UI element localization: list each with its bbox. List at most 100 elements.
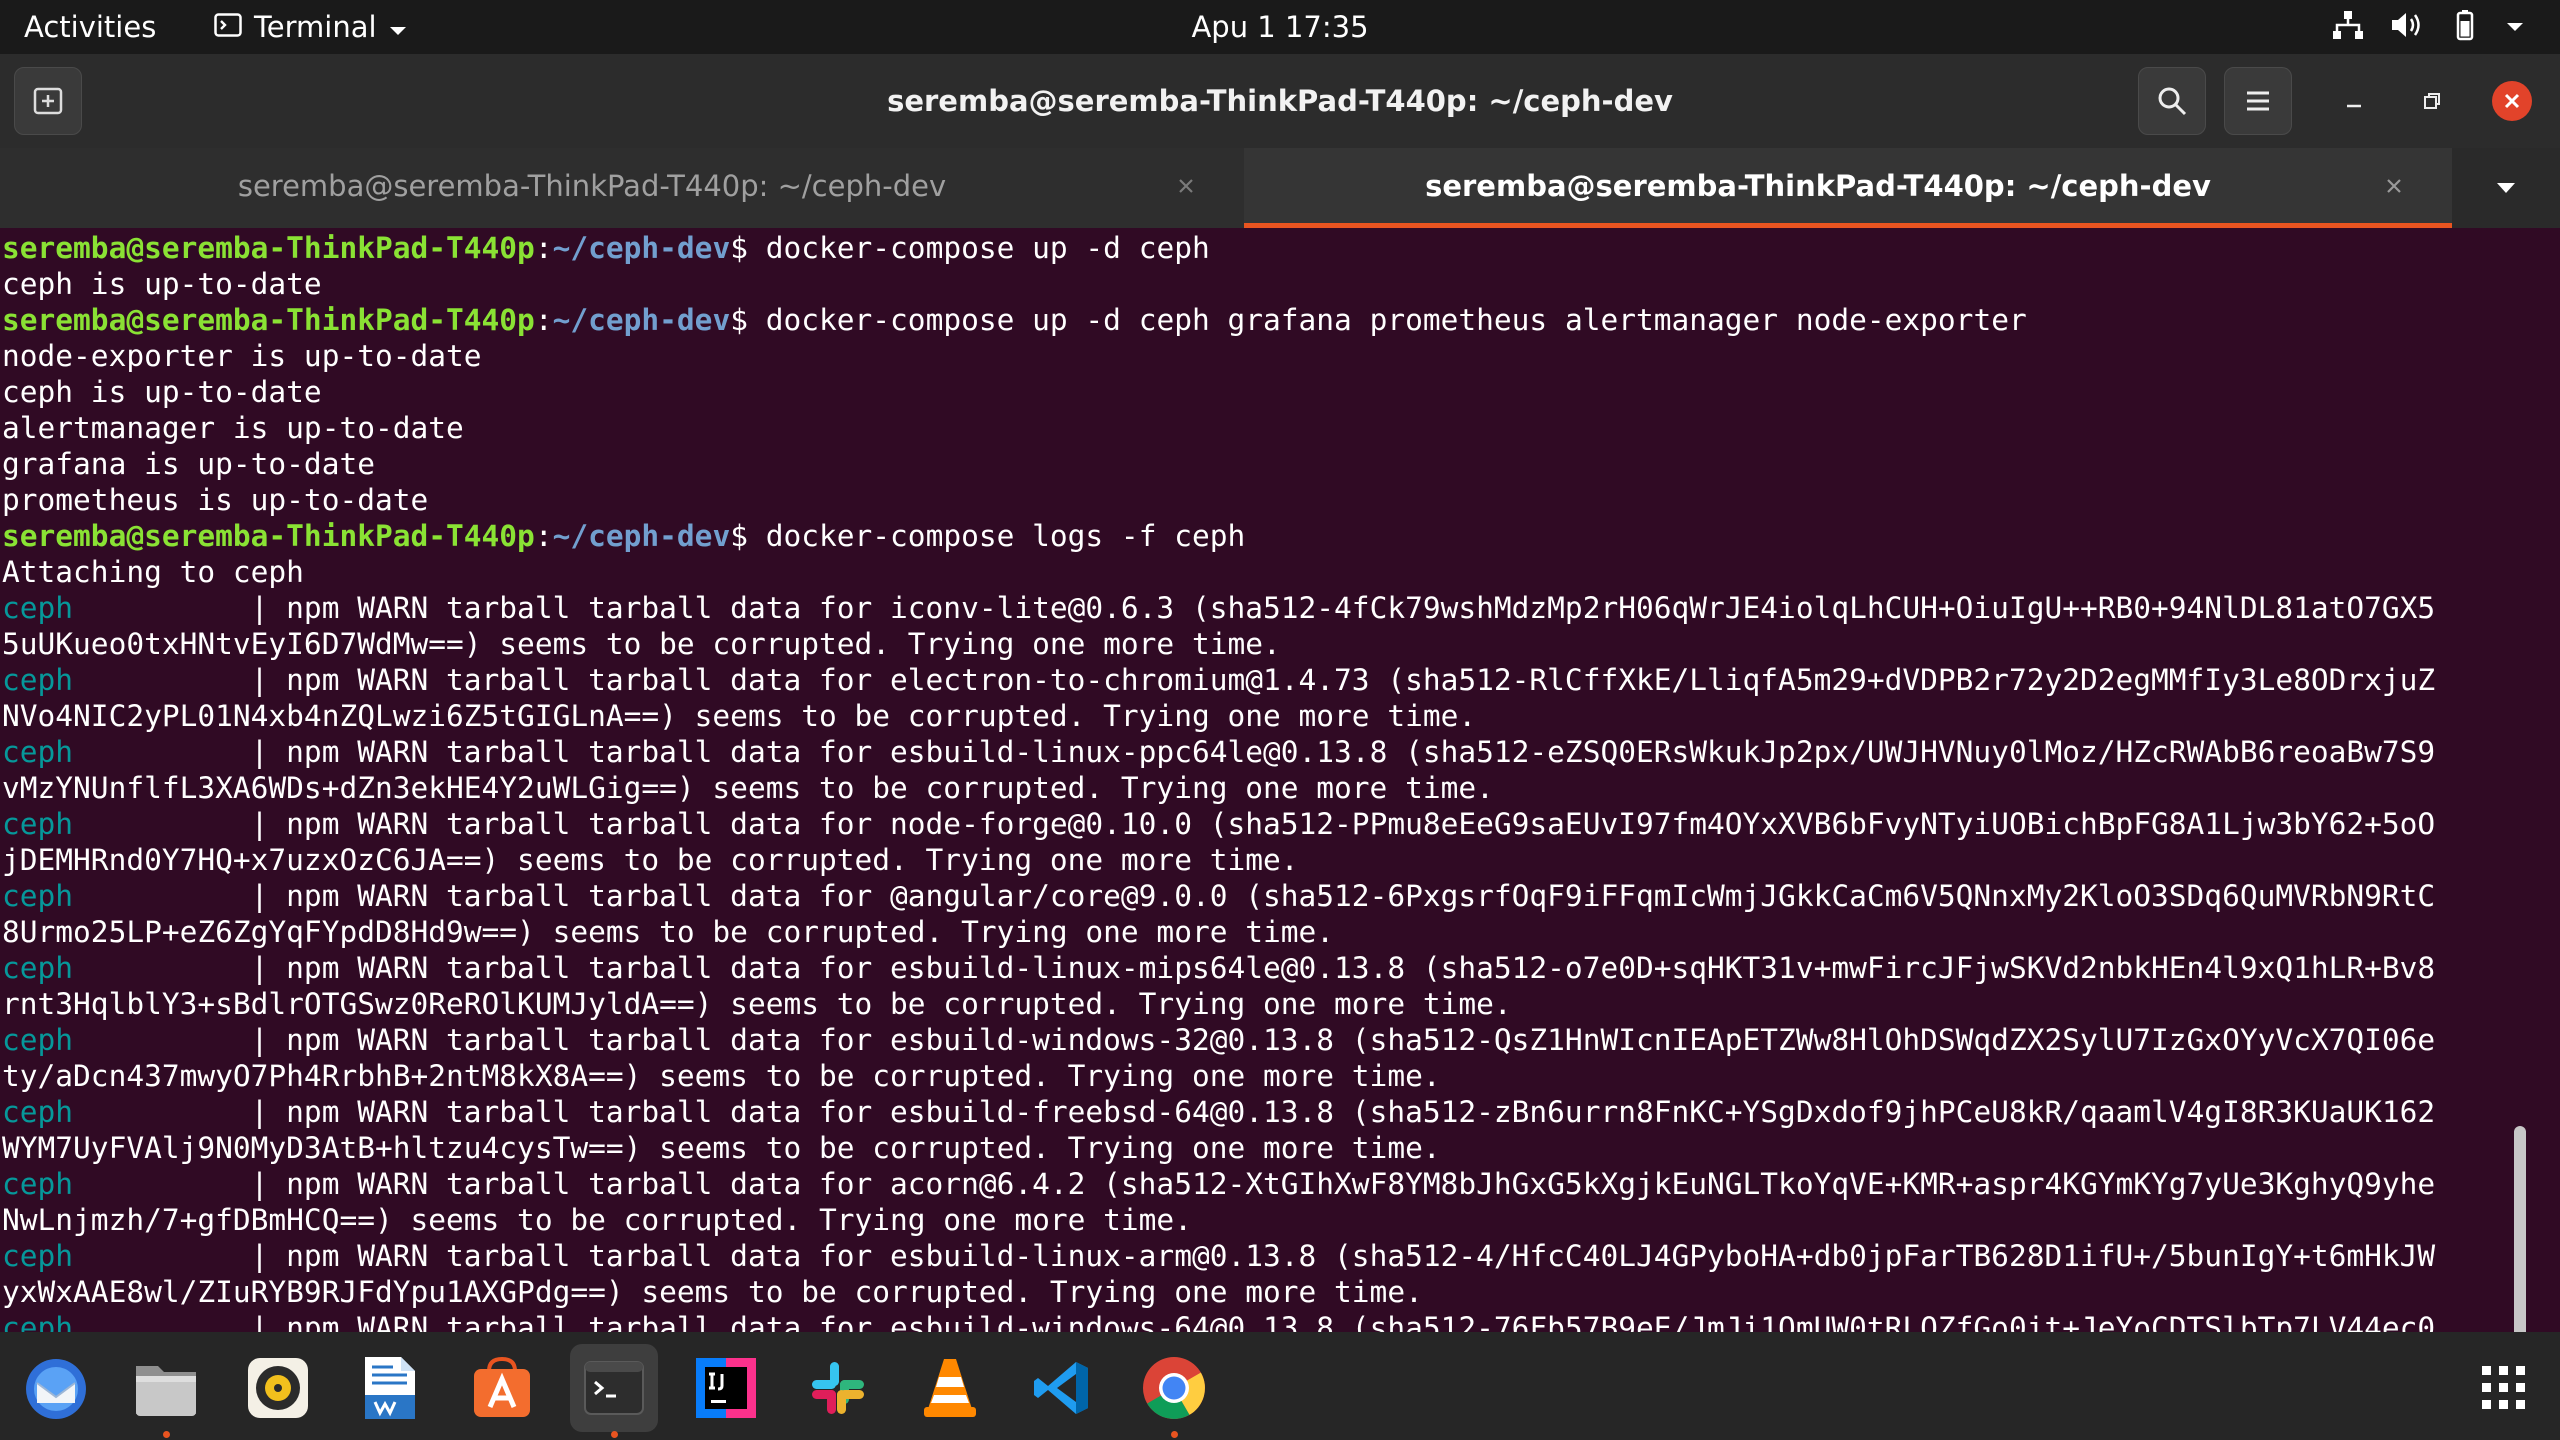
terminal-output-line: NVo4NIC2yPL01N4xb4nZQLwzi6Z5tGIGLnA==) s… xyxy=(2,699,1477,733)
terminal-log-line: ceph | npm WARN tarball tarball data for… xyxy=(2,806,2435,842)
terminal-output-line: node-exporter is up-to-date xyxy=(2,339,482,373)
terminal-output-line: prometheus is up-to-date xyxy=(2,483,429,517)
rhythmbox-icon xyxy=(248,1358,308,1418)
terminal-output[interactable]: seremba@seremba-ThinkPad-T440p: ~/ceph-de… xyxy=(0,228,2532,1332)
log-message: | npm WARN tarball tarball data for esbu… xyxy=(73,1239,2436,1273)
dock-item-ubuntu-software[interactable] xyxy=(458,1344,546,1432)
dock-item-chrome[interactable] xyxy=(1130,1344,1218,1438)
thunderbird-icon xyxy=(26,1359,86,1419)
tab-inactive[interactable]: seremba@seremba-ThinkPad-T440p: ~/ceph-d… xyxy=(0,148,1244,228)
terminal-output-line: ceph is up-to-date xyxy=(2,375,322,409)
terminal-icon xyxy=(584,1361,644,1415)
log-message: | npm WARN tarball tarball data for esbu… xyxy=(73,951,2436,985)
terminal-output-line: alertmanager is up-to-date xyxy=(2,411,464,445)
terminal-log-line: ceph | npm WARN tarball tarball data for… xyxy=(2,950,2435,986)
terminal-output-line: 8Urmo25LP+eZ6ZgYqFYpdD8Hd9w==) seems to … xyxy=(2,915,1335,949)
minimize-icon xyxy=(2347,104,2361,108)
terminal-log-line: ceph | npm WARN tarball tarball data for… xyxy=(2,734,2435,770)
dock-item-slack[interactable] xyxy=(794,1344,882,1432)
close-window-button[interactable] xyxy=(2492,81,2532,121)
chevron-down-icon xyxy=(389,10,407,44)
close-tab-button[interactable] xyxy=(1170,170,1202,202)
window-header-bar: seremba@seremba-ThinkPad-T440p: ~/ceph-d… xyxy=(0,54,2560,148)
files-icon xyxy=(136,1366,196,1416)
activities-button[interactable]: Activities xyxy=(24,0,156,54)
dock xyxy=(0,1332,2560,1440)
restore-button[interactable] xyxy=(2408,67,2456,135)
libreoffice-writer-icon xyxy=(365,1357,415,1419)
dock-item-intellij-idea[interactable] xyxy=(682,1344,770,1432)
volume-icon[interactable] xyxy=(2390,10,2424,44)
running-indicator xyxy=(163,1431,170,1438)
log-service-prefix: ceph xyxy=(2,591,74,625)
new-tab-button[interactable] xyxy=(14,67,82,135)
log-service-prefix: ceph xyxy=(2,807,74,841)
terminal-output-line: grafana is up-to-date xyxy=(2,447,375,481)
log-service-prefix: ceph xyxy=(2,951,74,985)
terminal-prompt-line: seremba@seremba-ThinkPad-T440p:~/ceph-de… xyxy=(2,302,2435,338)
close-icon xyxy=(2504,93,2520,109)
network-icon[interactable] xyxy=(2332,10,2364,44)
terminal-scrollbar[interactable] xyxy=(2514,1126,2526,1332)
log-message: | npm WARN tarball tarball data for icon… xyxy=(73,591,2436,625)
prompt-command: $ docker-compose up -d ceph grafana prom… xyxy=(730,303,2027,337)
tab-list-button[interactable] xyxy=(2452,148,2560,228)
vlc-icon xyxy=(924,1359,976,1417)
slack-icon xyxy=(812,1362,864,1414)
ubuntu-software-icon xyxy=(474,1357,530,1417)
log-service-prefix: ceph xyxy=(2,735,74,769)
log-message: | npm WARN tarball tarball data for acor… xyxy=(73,1167,2436,1201)
dock-item-thunderbird[interactable] xyxy=(12,1344,100,1432)
restore-icon xyxy=(2424,93,2440,109)
running-indicator xyxy=(1171,1431,1178,1438)
chevron-down-icon xyxy=(2497,183,2515,193)
clock[interactable]: Apu 1 17:35 xyxy=(1191,10,1368,44)
prompt-user: seremba@seremba-ThinkPad-T440p xyxy=(2,303,535,337)
terminal-output-line: Attaching to ceph xyxy=(2,555,304,589)
prompt-separator: : xyxy=(534,303,553,337)
close-icon xyxy=(1179,179,1193,193)
dock-item-vscode[interactable] xyxy=(1018,1344,1106,1432)
show-applications-button[interactable] xyxy=(2460,1344,2548,1432)
system-tray[interactable] xyxy=(2332,0,2524,54)
tab-label: seremba@seremba-ThinkPad-T440p: ~/ceph-d… xyxy=(1425,169,2211,203)
chrome-icon xyxy=(1143,1357,1205,1419)
close-tab-button[interactable] xyxy=(2378,170,2410,202)
menu-button[interactable] xyxy=(2224,67,2292,135)
terminal-prompt-line: seremba@seremba-ThinkPad-T440p:~/ceph-de… xyxy=(2,518,2435,554)
log-message: | npm WARN tarball tarball data for esbu… xyxy=(73,1023,2436,1057)
prompt-command: $ docker-compose up -d ceph xyxy=(730,231,1210,265)
dock-item-libreoffice-writer[interactable] xyxy=(346,1344,434,1432)
prompt-path: ~/ceph-dev xyxy=(552,519,731,553)
terminal-output-line: vMzYNUnflfL3XA6WDs+dZn3ekHE4Y2uWLGig==) … xyxy=(2,771,1494,805)
dock-item-files[interactable] xyxy=(122,1344,210,1438)
log-message: | npm WARN tarball tarball data for elec… xyxy=(73,663,2436,697)
log-message: | npm WARN tarball tarball data for esbu… xyxy=(73,1311,2436,1332)
hamburger-menu-icon xyxy=(2247,91,2269,111)
battery-icon[interactable] xyxy=(2450,9,2480,45)
prompt-path: ~/ceph-dev xyxy=(552,231,731,265)
running-indicator xyxy=(611,1431,618,1438)
tab-label: seremba@seremba-ThinkPad-T440p: ~/ceph-d… xyxy=(237,169,947,203)
log-service-prefix: ceph xyxy=(2,1023,74,1057)
log-message: | npm WARN tarball tarball data for esbu… xyxy=(73,735,2436,769)
terminal-output-line: NwLnjmzh/7+gfDBmHCQ==) seems to be corru… xyxy=(2,1203,1192,1237)
dock-item-vlc[interactable] xyxy=(906,1344,994,1432)
dock-item-rhythmbox[interactable] xyxy=(234,1344,322,1432)
prompt-user: seremba@seremba-ThinkPad-T440p xyxy=(2,519,535,553)
top-bar: Activities Terminal Apu 1 17:35 xyxy=(0,0,2560,54)
terminal-log-line: ceph | npm WARN tarball tarball data for… xyxy=(2,1238,2435,1274)
minimize-button[interactable] xyxy=(2330,67,2378,135)
terminal-log-line: ceph | npm WARN tarball tarball data for… xyxy=(2,878,2435,914)
search-button[interactable] xyxy=(2138,67,2206,135)
app-menu[interactable]: Terminal xyxy=(214,0,407,54)
terminal-log-line: ceph | npm WARN tarball tarball data for… xyxy=(2,1310,2435,1332)
power-menu-chevron-icon[interactable] xyxy=(2506,18,2524,37)
terminal-output-line: rnt3HqlblY3+sBdlrOTGSwz0ReROlKUMJyldA==)… xyxy=(2,987,1512,1021)
dock-item-terminal[interactable] xyxy=(570,1344,658,1438)
terminal-prompt-line: seremba@seremba-ThinkPad-T440p:~/ceph-de… xyxy=(2,230,2435,266)
tab-active[interactable]: seremba@seremba-ThinkPad-T440p: ~/ceph-d… xyxy=(1244,148,2452,228)
terminal-output-line: ceph is up-to-date xyxy=(2,267,322,301)
terminal-log-line: ceph | npm WARN tarball tarball data for… xyxy=(2,1094,2435,1130)
log-service-prefix: ceph xyxy=(2,663,74,697)
